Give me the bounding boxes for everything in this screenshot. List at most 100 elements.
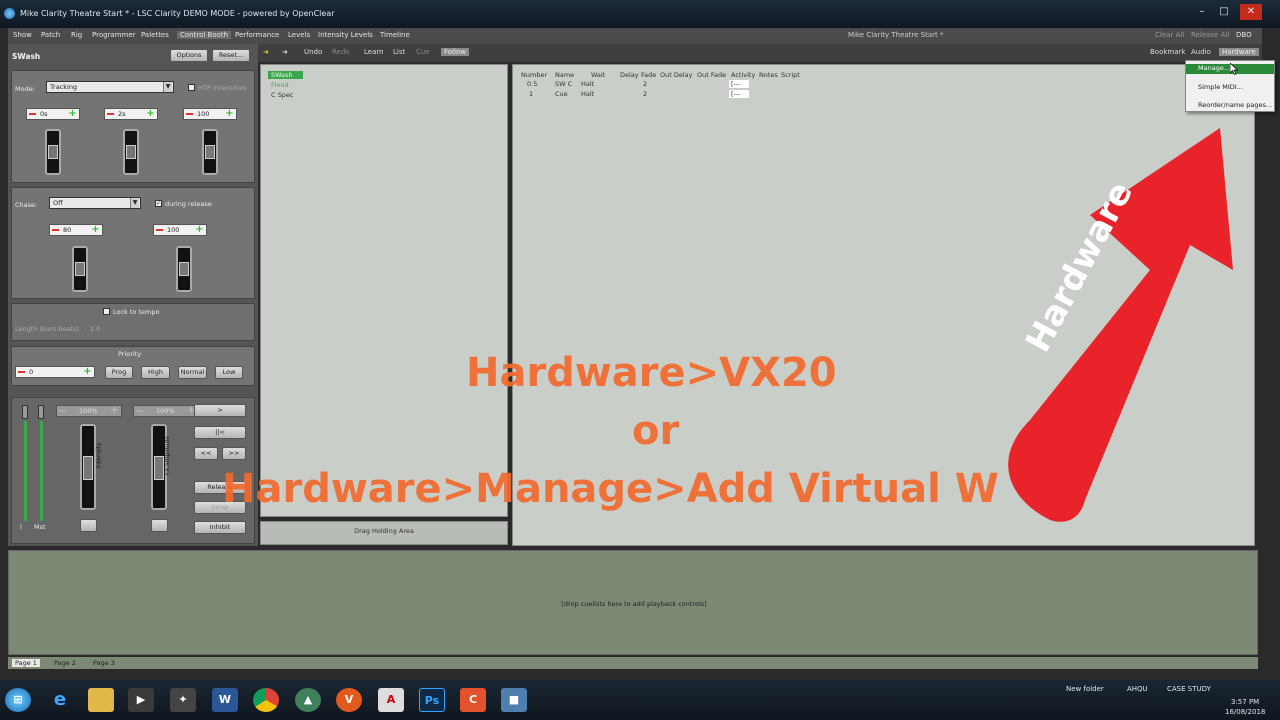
table-row[interactable]: 0.5 SW C Halt 2 [--- (513, 80, 813, 90)
col-notes[interactable]: Notes (759, 71, 778, 79)
menu-show[interactable]: Show (13, 31, 32, 39)
fader-knob[interactable] (154, 456, 164, 480)
app-icon[interactable]: C (460, 688, 486, 712)
fader-knob[interactable] (48, 145, 58, 159)
menu-item-simple-midi[interactable]: Simple MIDI... (1198, 83, 1243, 91)
forward-arrow-icon[interactable]: ➜ (282, 48, 288, 56)
priority-normal-button[interactable]: Normal (178, 366, 207, 379)
fade-time-spin[interactable]: 2s + (104, 108, 158, 120)
drag-holding-area[interactable]: Drag Holding Area (260, 521, 508, 545)
menu-item-reorder-pages[interactable]: Reorder/name pages... (1198, 101, 1272, 109)
tray-ahqu[interactable]: AHQU (1127, 685, 1148, 693)
word-icon[interactable]: W (212, 688, 238, 712)
master-slider-knob[interactable] (22, 405, 28, 419)
fader-knob[interactable] (126, 145, 136, 159)
minus-icon[interactable] (59, 410, 66, 412)
plus-icon[interactable]: + (91, 225, 100, 235)
col-activity[interactable]: Activity (731, 71, 755, 79)
col-name[interactable]: Name (555, 71, 574, 79)
fx-flash-button[interactable] (151, 519, 168, 532)
close-icon[interactable]: ✕ (1240, 4, 1262, 20)
inhibit-button[interactable]: Inhibit (194, 521, 246, 534)
col-wait[interactable]: Wait (591, 71, 605, 79)
menu-patch[interactable]: Patch (41, 31, 60, 39)
fader-knob[interactable] (179, 262, 189, 276)
tray-case-study[interactable]: CASE STUDY (1167, 685, 1211, 693)
app-icon[interactable]: ✦ (170, 688, 196, 712)
priority-prog-button[interactable]: Prog (105, 366, 133, 379)
chase-size-fader[interactable] (176, 246, 192, 292)
clock-time[interactable]: 3:57 PM (1231, 698, 1259, 706)
fade-time-fader[interactable] (123, 129, 139, 175)
htp-checkbox[interactable] (188, 84, 195, 91)
fader-knob[interactable] (75, 262, 85, 276)
menu-intensity-levels[interactable]: Intensity Levels (318, 31, 373, 39)
col-out-fade[interactable]: Out Fade (697, 71, 726, 79)
menu-control-booth[interactable]: Control Booth (177, 31, 232, 39)
menu-levels[interactable]: Levels (288, 31, 310, 39)
priority-spin[interactable]: 0 + (15, 366, 95, 378)
undo-button[interactable]: Undo (304, 48, 322, 56)
chase-fader[interactable] (72, 246, 88, 292)
follow-button[interactable]: Follow (441, 48, 469, 56)
maximize-icon[interactable]: □ (1214, 4, 1234, 20)
clear-all-button[interactable]: Clear All (1155, 31, 1184, 39)
clarity-app-icon[interactable]: ■ (501, 688, 527, 712)
menu-palettes[interactable]: Palettes (141, 31, 169, 39)
priority-low-button[interactable]: Low (215, 366, 243, 379)
audio-button[interactable]: Audio (1191, 48, 1211, 56)
minus-icon[interactable] (18, 371, 25, 373)
fade-size-fader[interactable] (202, 129, 218, 175)
tab-page-3[interactable]: Page 3 (90, 659, 118, 667)
fade-spin[interactable]: 0s + (26, 108, 80, 120)
back-to-start-button[interactable]: ||< (194, 426, 246, 439)
playback-controls-area[interactable]: [drop cuelists here to add playback cont… (8, 550, 1258, 655)
app-icon[interactable]: ▲ (295, 688, 321, 712)
cuelist-item[interactable]: Flood (271, 81, 289, 89)
vlc-icon[interactable]: V (336, 688, 362, 712)
acrobat-icon[interactable]: A (378, 688, 404, 712)
options-button[interactable]: Options (170, 49, 208, 62)
rewind-button[interactable]: << (194, 447, 218, 460)
priority-high-button[interactable]: High (141, 366, 170, 379)
plus-icon[interactable]: + (68, 109, 77, 119)
cuelist-item[interactable]: C Spec (271, 91, 293, 99)
tab-page-1[interactable]: Page 1 (12, 659, 40, 667)
intensity-flash-button[interactable] (80, 519, 97, 532)
minimize-icon[interactable]: – (1192, 4, 1212, 20)
cuelist-item[interactable]: SWash (268, 71, 303, 79)
ie-browser-icon[interactable]: e (47, 688, 73, 712)
during-release-checkbox[interactable]: ✓ (155, 200, 162, 207)
minus-icon[interactable] (136, 410, 143, 412)
fx-pct-spin[interactable]: 100% + (133, 405, 199, 417)
photoshop-icon[interactable]: Ps (419, 688, 445, 712)
intensity-slider-knob[interactable] (38, 405, 44, 419)
minus-icon[interactable] (107, 113, 114, 115)
learn-button[interactable]: Learn (364, 48, 384, 56)
plus-icon[interactable]: + (195, 225, 204, 235)
chrome-icon[interactable] (253, 688, 279, 712)
table-row[interactable]: 1 Cue Halt 2 [--- (513, 90, 813, 100)
col-delay[interactable]: Delay (620, 71, 639, 79)
file-explorer-icon[interactable] (88, 688, 114, 712)
fader-knob[interactable] (83, 456, 93, 480)
plus-icon[interactable]: + (83, 367, 92, 377)
go-button[interactable]: > (194, 404, 246, 417)
length-value[interactable]: 2.0 (90, 325, 100, 333)
dbo-button[interactable]: DBO (1236, 31, 1252, 39)
intensity-fader[interactable] (80, 424, 96, 510)
col-number[interactable]: Number (521, 71, 547, 79)
col-fade[interactable]: Fade (641, 71, 656, 79)
col-script[interactable]: Script (781, 71, 800, 79)
fader-knob[interactable] (205, 145, 215, 159)
chase-size-spin[interactable]: 100 + (153, 224, 207, 236)
col-out-delay[interactable]: Out Delay (660, 71, 693, 79)
list-button[interactable]: List (393, 48, 405, 56)
clock-date[interactable]: 16/08/2018 (1225, 708, 1265, 716)
minus-icon[interactable] (186, 113, 193, 115)
chase-spin[interactable]: 80 + (49, 224, 103, 236)
menu-rig[interactable]: Rig (71, 31, 82, 39)
menu-programmer[interactable]: Programmer (92, 31, 136, 39)
media-player-icon[interactable]: ▶ (128, 688, 154, 712)
back-arrow-icon[interactable]: ➜ (263, 48, 269, 56)
